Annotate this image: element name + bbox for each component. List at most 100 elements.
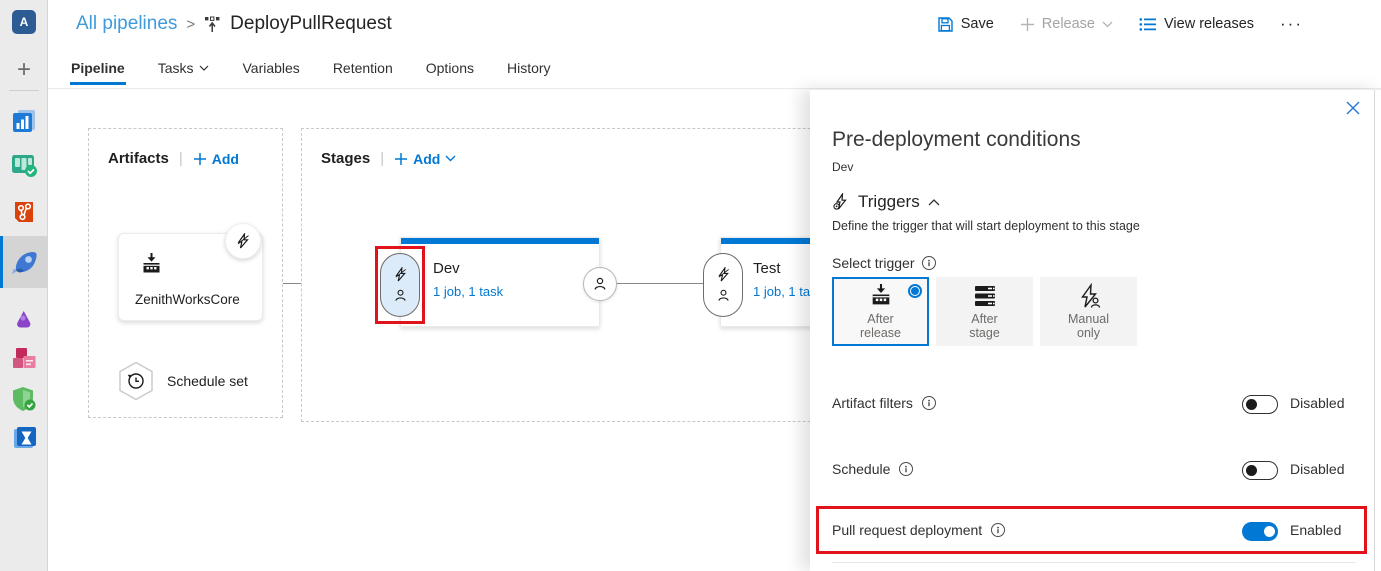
left-sidebar: A + [0, 0, 48, 571]
top-header: All pipelines > DeployPullRequest Save R… [48, 0, 1381, 48]
info-icon[interactable] [991, 523, 1006, 537]
trigger-option-after-stage[interactable]: After stage [936, 277, 1033, 346]
artifact-filters-label: Artifact filters [832, 395, 913, 411]
tab-retention-label: Retention [332, 60, 393, 76]
sidebar-item-artifacts[interactable] [0, 338, 48, 378]
info-icon[interactable] [899, 462, 914, 476]
schedule-label-row: Schedule [832, 461, 914, 477]
sidebar-item-test-plans[interactable] [0, 296, 48, 336]
project-avatar[interactable]: A [12, 10, 36, 34]
trigger-options: After release After stage Manual only [832, 277, 1137, 346]
trigger-option-label: After stage [969, 311, 1000, 340]
sidebar-item-duration[interactable] [0, 418, 48, 458]
schedule-row: Schedule Disabled [810, 456, 1381, 486]
sidebar-item-repos[interactable] [0, 192, 48, 232]
tab-history[interactable]: History [506, 48, 552, 88]
schedule-toggle[interactable] [1242, 461, 1278, 480]
triggers-description: Define the trigger that will start deplo… [832, 219, 1140, 233]
select-trigger-label-row: Select trigger [832, 255, 937, 271]
panel-scroll-track[interactable] [1374, 90, 1375, 571]
list-icon [1139, 17, 1157, 32]
artifacts-header-divider: | [178, 150, 183, 167]
tab-options-label: Options [425, 60, 474, 76]
triggers-section-header[interactable]: Triggers [832, 192, 940, 212]
view-releases-button[interactable]: View releases [1139, 16, 1254, 32]
test-plans-flask-icon [10, 302, 38, 330]
add-project-icon[interactable]: + [0, 56, 48, 84]
info-icon[interactable] [922, 256, 937, 270]
shield-check-icon [10, 385, 38, 413]
stages-heading: Stages [321, 150, 371, 167]
schedule-set-row[interactable]: Schedule set [118, 361, 248, 401]
breadcrumb-separator: > [186, 15, 196, 33]
tab-variables[interactable]: Variables [241, 48, 300, 88]
save-icon [937, 16, 954, 33]
stages-header: Stages | Add [321, 150, 456, 167]
dev-to-test-connector [617, 283, 703, 284]
test-pre-deployment-conditions-button[interactable] [703, 253, 743, 317]
view-releases-label: View releases [1164, 16, 1255, 32]
chevron-down-icon [199, 65, 209, 71]
panel-title: Pre-deployment conditions [832, 128, 1081, 151]
tab-variables-label: Variables [242, 60, 300, 76]
sidebar-item-overview[interactable] [0, 101, 48, 141]
tab-pipeline-label: Pipeline [71, 60, 125, 76]
info-icon[interactable] [921, 396, 936, 410]
overview-icon [10, 107, 38, 135]
select-trigger-label: Select trigger [832, 255, 915, 271]
panel-divider [832, 562, 1356, 563]
add-artifact-button[interactable]: Add [193, 151, 239, 167]
trigger-option-manual-only[interactable]: Manual only [1040, 277, 1137, 346]
artifact-filters-row: Artifact filters Disabled [810, 390, 1381, 420]
pull-request-deployment-toggle[interactable] [1242, 522, 1278, 541]
stage-card-dev[interactable]: Dev 1 job, 1 task [400, 237, 600, 327]
toggle-knob [1246, 399, 1257, 410]
pull-request-deployment-row: Pull request deployment Enabled [810, 517, 1381, 547]
more-options-button[interactable]: ··· [1280, 14, 1303, 34]
sidebar-item-security[interactable] [0, 379, 48, 419]
tab-retention[interactable]: Retention [332, 48, 394, 88]
dev-pre-deployment-conditions-button[interactable] [380, 253, 420, 317]
sidebar-divider [9, 90, 39, 91]
release-button[interactable]: Release [1020, 16, 1113, 32]
person-icon [393, 288, 408, 303]
trigger-option-after-release[interactable]: After release [832, 277, 929, 346]
schedule-state: Disabled [1290, 461, 1345, 477]
pre-deployment-conditions-panel: Pre-deployment conditions Dev Triggers D… [810, 89, 1381, 571]
stage-name: Dev [433, 260, 460, 277]
sidebar-item-boards[interactable] [0, 145, 48, 185]
stage-name: Test [753, 260, 781, 277]
person-icon [592, 276, 608, 292]
stage-jobs-link[interactable]: 1 job, 1 task [433, 284, 503, 299]
tab-tasks[interactable]: Tasks [157, 48, 211, 88]
lightning-bolt-icon [393, 267, 408, 282]
tab-pipeline[interactable]: Pipeline [70, 48, 126, 88]
pipelines-rocket-icon [9, 247, 39, 277]
artifact-filters-toggle[interactable] [1242, 395, 1278, 414]
lightning-bolt-icon [235, 233, 251, 249]
breadcrumb-all-pipelines-link[interactable]: All pipelines [76, 13, 177, 35]
toggle-knob [1264, 526, 1275, 537]
manual-only-icon [1076, 282, 1102, 309]
close-panel-button[interactable] [1343, 98, 1363, 118]
tab-tasks-label: Tasks [157, 60, 194, 76]
add-artifact-label: Add [211, 150, 239, 167]
add-stage-label: Add [413, 150, 441, 167]
continuous-deployment-trigger-badge[interactable] [225, 223, 261, 259]
add-stage-button[interactable]: Add [394, 151, 456, 167]
pull-request-deployment-label-row: Pull request deployment [832, 522, 1006, 538]
artifacts-heading: Artifacts [108, 150, 169, 167]
repos-icon [10, 198, 38, 226]
plus-icon [1020, 17, 1035, 32]
panel-stage-name: Dev [832, 160, 854, 174]
chevron-down-icon [1102, 21, 1113, 28]
sidebar-item-pipelines[interactable] [0, 242, 48, 282]
dev-post-deployment-conditions-button[interactable] [583, 267, 617, 301]
stages-header-divider: | [380, 150, 385, 167]
tab-options[interactable]: Options [425, 48, 475, 88]
pull-request-deployment-label: Pull request deployment [832, 522, 983, 538]
save-button[interactable]: Save [937, 16, 994, 33]
triggers-heading: Triggers [858, 192, 920, 211]
app-window: A + All pipelines > DeployPullRequest Sa… [0, 0, 1381, 571]
trigger-option-label: Manual only [1068, 311, 1109, 340]
